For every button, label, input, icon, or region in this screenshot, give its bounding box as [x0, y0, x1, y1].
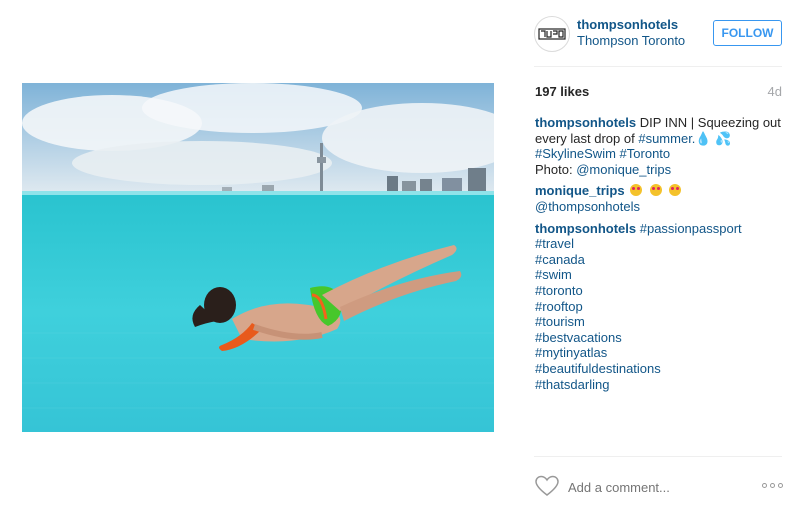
heart-icon[interactable]	[535, 475, 559, 497]
post-username[interactable]: thompsonhotels	[577, 17, 678, 32]
comment-item: thompsonhotels #passionpassport #travel …	[535, 221, 785, 393]
splash-emoji-icon: 💦	[715, 130, 732, 146]
comment-username[interactable]: thompsonhotels	[535, 115, 636, 130]
post-sidebar: thompsonhotels Thompson Toronto FOLLOW 1…	[516, 0, 800, 513]
more-dot	[770, 482, 775, 488]
post-location[interactable]: Thompson Toronto	[577, 33, 685, 48]
hashtag-link[interactable]: #bestvacations	[535, 330, 785, 346]
hashtag-link[interactable]: #tourism	[535, 314, 785, 330]
hashtag-link[interactable]: #beautifuldestinations	[535, 361, 785, 377]
comments-list: thompsonhotels DIP INN | Squeezing out e…	[535, 115, 785, 398]
hashtag-link[interactable]: #thatsdarling	[535, 377, 785, 393]
thompson-logo-icon	[538, 28, 566, 40]
hashtag-link[interactable]: #summer.	[638, 131, 695, 146]
more-options-icon[interactable]	[762, 478, 784, 492]
comment-username[interactable]: thompsonhotels	[535, 221, 636, 236]
photo-credit-label: Photo:	[535, 161, 573, 177]
hashtag-link[interactable]: #mytinyatlas	[535, 345, 785, 361]
hashtag-link[interactable]: #SkylineSwim	[535, 146, 616, 161]
post-media-area	[0, 0, 516, 513]
caption-comment: thompsonhotels DIP INN | Squeezing out e…	[535, 115, 785, 177]
post-age[interactable]: 4d	[768, 84, 782, 99]
footer-divider	[534, 456, 782, 457]
more-dot	[778, 482, 783, 488]
follow-button[interactable]: FOLLOW	[713, 20, 782, 46]
header-divider	[534, 66, 782, 67]
hashtag-link[interactable]: #rooftop	[535, 299, 785, 315]
heart-eyes-emoji-icon	[649, 184, 662, 197]
add-comment-input[interactable]	[568, 478, 738, 496]
droplet-emoji-icon: 💧	[695, 130, 712, 146]
comment-item: monique_trips @thompsonhotels	[535, 183, 785, 214]
hashtag-link[interactable]: #travel	[535, 236, 785, 252]
avatar[interactable]	[534, 16, 570, 52]
mention-link[interactable]: @monique_trips	[576, 162, 671, 177]
hashtag-link[interactable]: #swim	[535, 267, 785, 283]
underwater-photo-image	[22, 83, 494, 432]
hashtag-link[interactable]: #canada	[535, 252, 785, 268]
mention-link[interactable]: @thompsonhotels	[535, 199, 640, 214]
heart-eyes-emoji-icon	[669, 184, 682, 197]
post-header: thompsonhotels Thompson Toronto FOLLOW	[516, 0, 800, 66]
hashtag-link[interactable]: #Toronto	[620, 146, 671, 161]
comment-username[interactable]: monique_trips	[535, 183, 625, 198]
more-dot	[762, 482, 767, 488]
post-photo[interactable]	[22, 83, 494, 432]
likes-count[interactable]: 197 likes	[535, 84, 589, 99]
hashtag-link[interactable]: #toronto	[535, 283, 785, 299]
hashtag-link[interactable]: #passionpassport	[640, 221, 742, 236]
heart-eyes-emoji-icon	[630, 184, 643, 197]
